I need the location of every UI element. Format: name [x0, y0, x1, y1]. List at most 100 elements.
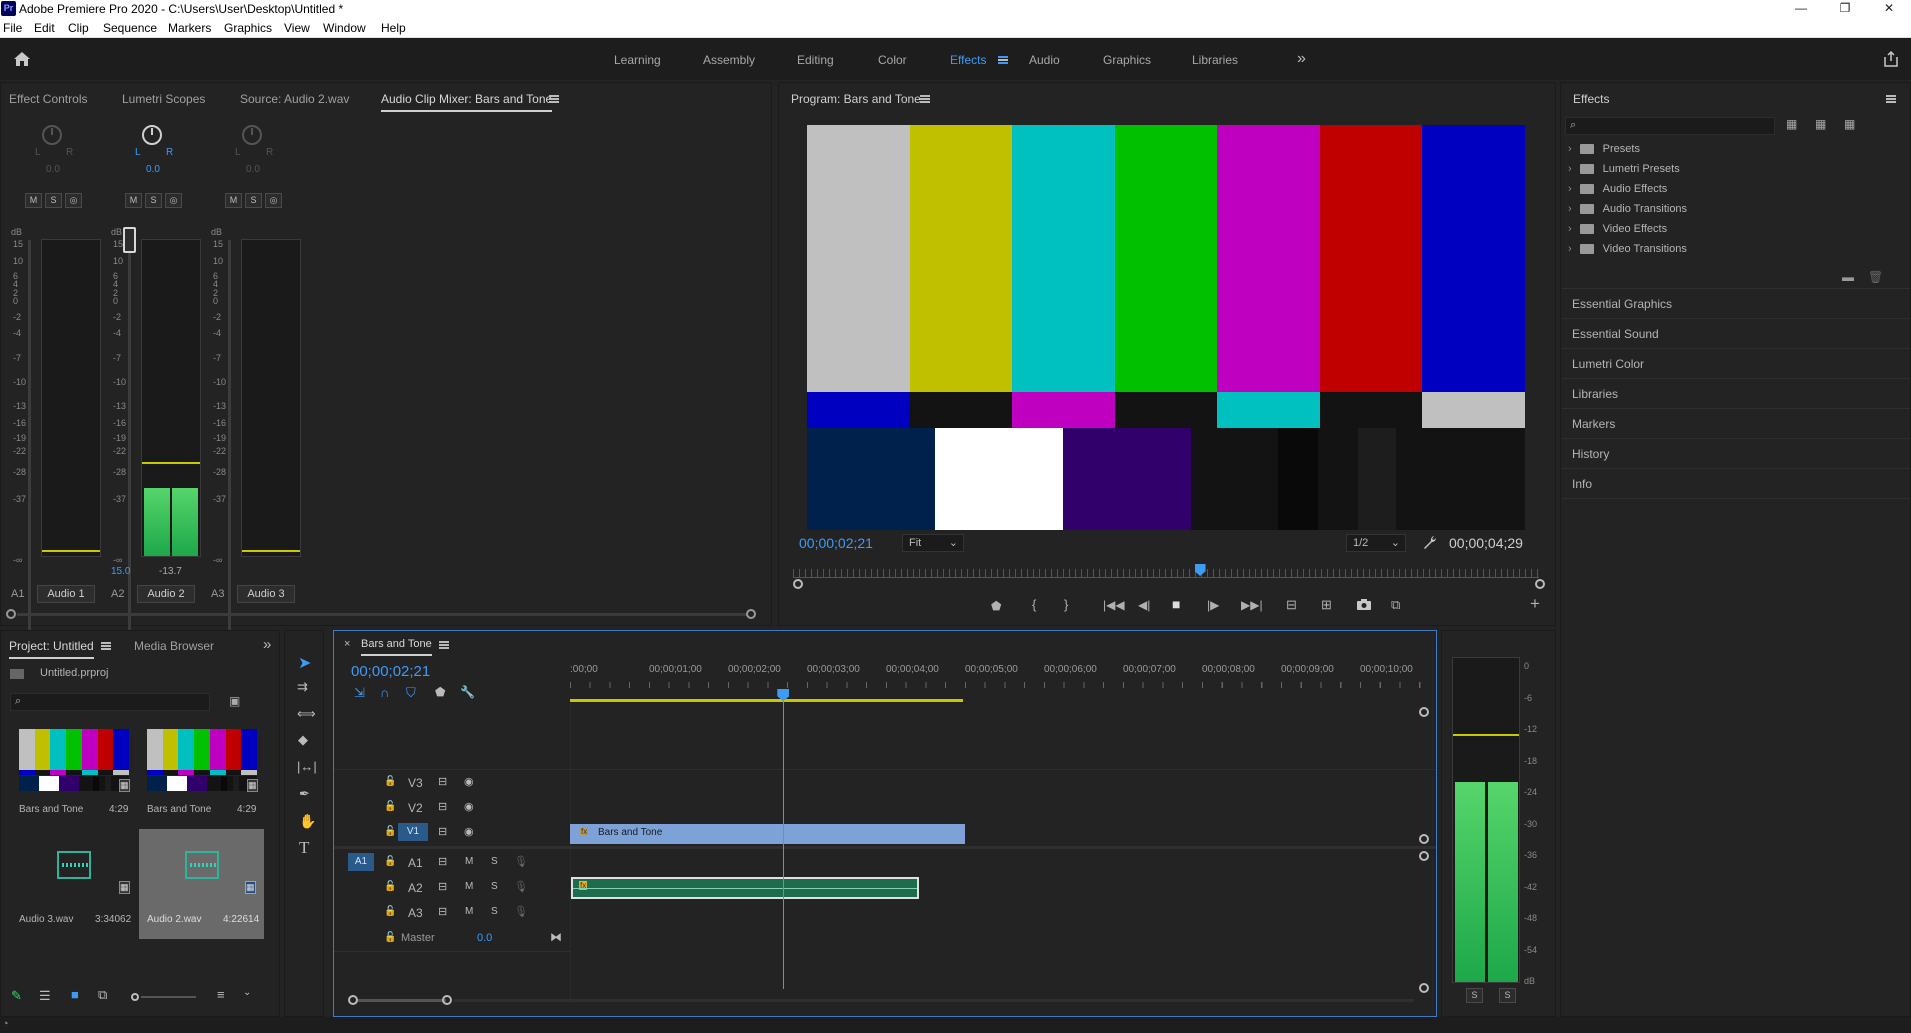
effects-search-input[interactable]: ⌕ [1565, 117, 1775, 135]
tab-sequence[interactable]: Bars and Tone [361, 638, 432, 656]
effects-menu-icon[interactable] [1886, 95, 1896, 103]
timeline-zoom-right-handle[interactable] [442, 995, 452, 1005]
track-label-v2[interactable]: V2 [408, 801, 423, 815]
hand-tool-icon[interactable]: ✋ [299, 813, 316, 830]
solo-track-button[interactable]: S [491, 881, 498, 892]
workspace-audio[interactable]: Audio [1029, 53, 1060, 67]
lock-icon[interactable]: 🔓 [384, 801, 396, 812]
mark-in-icon[interactable]: { [1032, 597, 1036, 612]
tree-item-video-transitions[interactable]: › Video Transitions [1568, 243, 1687, 255]
menu-view[interactable]: View [284, 21, 310, 35]
timeline-zoom-bar[interactable] [358, 999, 446, 1002]
menu-markers[interactable]: Markers [168, 21, 211, 35]
panel-markers[interactable]: Markers [1572, 417, 1902, 431]
sync-lock-icon[interactable]: ⊟ [438, 880, 447, 893]
camera-icon[interactable] [1357, 599, 1371, 610]
lock-icon[interactable]: 🔓 [384, 826, 396, 837]
workspace-libraries[interactable]: Libraries [1192, 53, 1238, 67]
track-label-a2[interactable]: A2 [408, 881, 423, 895]
video-clip-bars-and-tone[interactable]: fx Bars and Tone [570, 824, 965, 844]
track-label-a1[interactable]: A1 [408, 856, 423, 870]
mark-out-icon[interactable]: } [1064, 597, 1068, 612]
sync-lock-icon[interactable]: ⊟ [438, 825, 447, 838]
mute-button-a1[interactable]: M [25, 193, 42, 208]
workspace-color[interactable]: Color [878, 53, 907, 67]
track-label-a3[interactable]: A3 [408, 906, 423, 920]
fit-dropdown[interactable]: Fit ⌄ [902, 534, 964, 552]
timeline-timecode[interactable]: 00;00;02;21 [351, 663, 430, 680]
menu-edit[interactable]: Edit [34, 21, 55, 35]
snap-magnet-icon[interactable]: ∩ [380, 685, 389, 700]
record-button-a2[interactable]: ◎ [165, 193, 182, 208]
fader-track-a2[interactable] [128, 240, 131, 638]
program-zoom-right-handle[interactable] [1535, 579, 1545, 589]
extract-icon[interactable]: ⊞ [1321, 597, 1332, 613]
microphone-icon[interactable]: 🎙 [514, 880, 528, 893]
workspace-graphics[interactable]: Graphics [1103, 53, 1151, 67]
tab-project[interactable]: Project: Untitled [9, 639, 94, 659]
program-monitor-title[interactable]: Program: Bars and Tone [791, 92, 921, 106]
tab-source[interactable]: Source: Audio 2.wav [240, 92, 349, 106]
menu-file[interactable]: File [3, 21, 22, 35]
fader-handle-a2[interactable] [123, 227, 136, 253]
track-select-tool-icon[interactable]: ⇉ [297, 679, 308, 695]
project-item-audio-3[interactable]: ▦ Audio 3.wav 3:34062 [11, 829, 136, 939]
lock-icon[interactable]: 🔓 [384, 906, 396, 917]
mixer-scroll-left-handle[interactable] [6, 609, 16, 619]
home-icon[interactable] [13, 51, 31, 67]
pan-value-a2[interactable]: 0.0 [146, 164, 160, 175]
solo-right-button[interactable]: S [1499, 988, 1516, 1003]
freeform-view-icon[interactable]: ⧉ [98, 987, 107, 1003]
mute-button-a3[interactable]: M [225, 193, 242, 208]
eye-icon[interactable]: ◉ [464, 800, 474, 813]
mixer-scrollbar[interactable] [17, 613, 747, 616]
eye-icon[interactable]: ◉ [464, 825, 474, 838]
workspace-editing[interactable]: Editing [797, 53, 834, 67]
trash-icon[interactable]: 🗑 [1868, 270, 1883, 284]
sync-lock-icon[interactable]: ⊟ [438, 905, 447, 918]
source-patch-a1[interactable]: A1 [348, 853, 374, 871]
project-item-bars-1[interactable]: ▦ Bars and Tone 4:29 [11, 719, 136, 829]
menu-graphics[interactable]: Graphics [224, 21, 272, 35]
pencil-icon[interactable]: ✎ [11, 988, 22, 1004]
project-search-input[interactable]: ⌕ [10, 693, 210, 711]
tree-item-presets[interactable]: › Presets [1568, 143, 1640, 155]
mixer-scroll-right-handle[interactable] [746, 609, 756, 619]
pan-knob-a1[interactable] [42, 125, 62, 145]
sequence-menu-icon[interactable] [439, 641, 449, 649]
panel-essential-graphics[interactable]: Essential Graphics [1572, 297, 1902, 311]
icon-view-icon[interactable]: ■ [71, 987, 79, 1002]
timeline-ruler[interactable]: :00;00 00;00;01;00 00;00;02;00 00;00;03;00 0… [570, 664, 1430, 702]
go-to-out-icon[interactable]: ▶▶| [1241, 598, 1263, 612]
program-current-time[interactable]: 00;00;02;21 [799, 535, 873, 551]
record-button-a3[interactable]: ◎ [265, 193, 282, 208]
pan-knob-a3[interactable] [242, 125, 262, 145]
solo-track-button[interactable]: S [491, 856, 498, 867]
lock-icon[interactable]: 🔓 [384, 776, 396, 787]
tab-audio-clip-mixer[interactable]: Audio Clip Mixer: Bars and Tone [381, 92, 553, 112]
wrench-icon[interactable] [1423, 535, 1437, 549]
32bit-effects-icon[interactable]: ▦ [1815, 117, 1826, 131]
comparison-view-icon[interactable]: ⧉ [1391, 597, 1400, 613]
slip-tool-icon[interactable]: |↔| [297, 759, 317, 774]
lock-icon[interactable]: 🔓 [384, 932, 396, 943]
tree-item-audio-transitions[interactable]: › Audio Transitions [1568, 203, 1687, 215]
tab-media-browser[interactable]: Media Browser [134, 639, 214, 653]
solo-button-a3[interactable]: S [245, 193, 262, 208]
pen-tool-icon[interactable]: ✒ [299, 786, 310, 802]
program-time-ruler[interactable] [793, 569, 1539, 577]
go-to-in-icon[interactable]: |◀◀ [1103, 598, 1125, 612]
workspace-menu-icon[interactable] [998, 56, 1008, 64]
go-to-master-icon[interactable]: ⧓ [550, 930, 562, 944]
eye-icon[interactable]: ◉ [464, 775, 474, 788]
chevron-down-icon[interactable]: ⌄ [243, 987, 251, 998]
close-button[interactable]: ✕ [1867, 0, 1911, 18]
audio-scroll-bottom-handle[interactable] [1419, 983, 1429, 993]
workspace-assembly[interactable]: Assembly [703, 53, 755, 67]
effects-panel-title[interactable]: Effects [1573, 92, 1609, 106]
tree-item-audio-effects[interactable]: › Audio Effects [1568, 183, 1667, 195]
panel-lumetri-color[interactable]: Lumetri Color [1572, 357, 1902, 371]
panel-essential-sound[interactable]: Essential Sound [1572, 327, 1902, 341]
fader-value-a2[interactable]: 15.0 [111, 566, 130, 577]
pan-knob-a2[interactable] [142, 125, 162, 145]
